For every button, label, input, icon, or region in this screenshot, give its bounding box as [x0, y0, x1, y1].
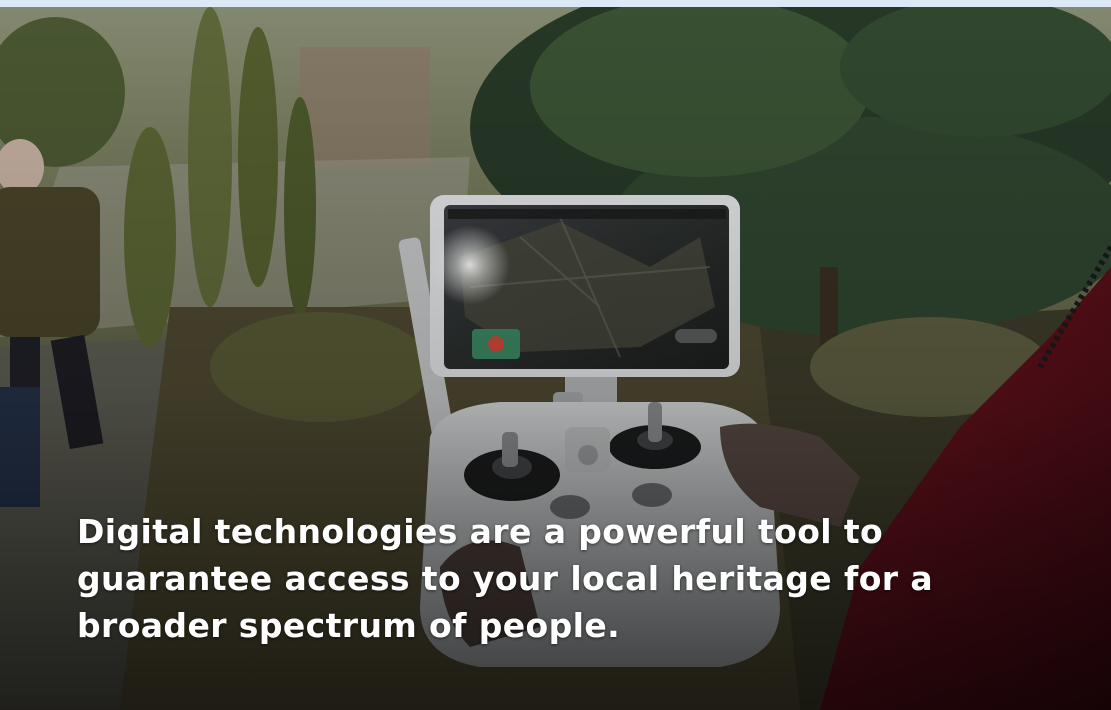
hero-banner: Digital technologies are a powerful tool…: [0, 0, 1111, 710]
hero-caption: Digital technologies are a powerful tool…: [77, 512, 934, 645]
top-border: [0, 0, 1111, 7]
